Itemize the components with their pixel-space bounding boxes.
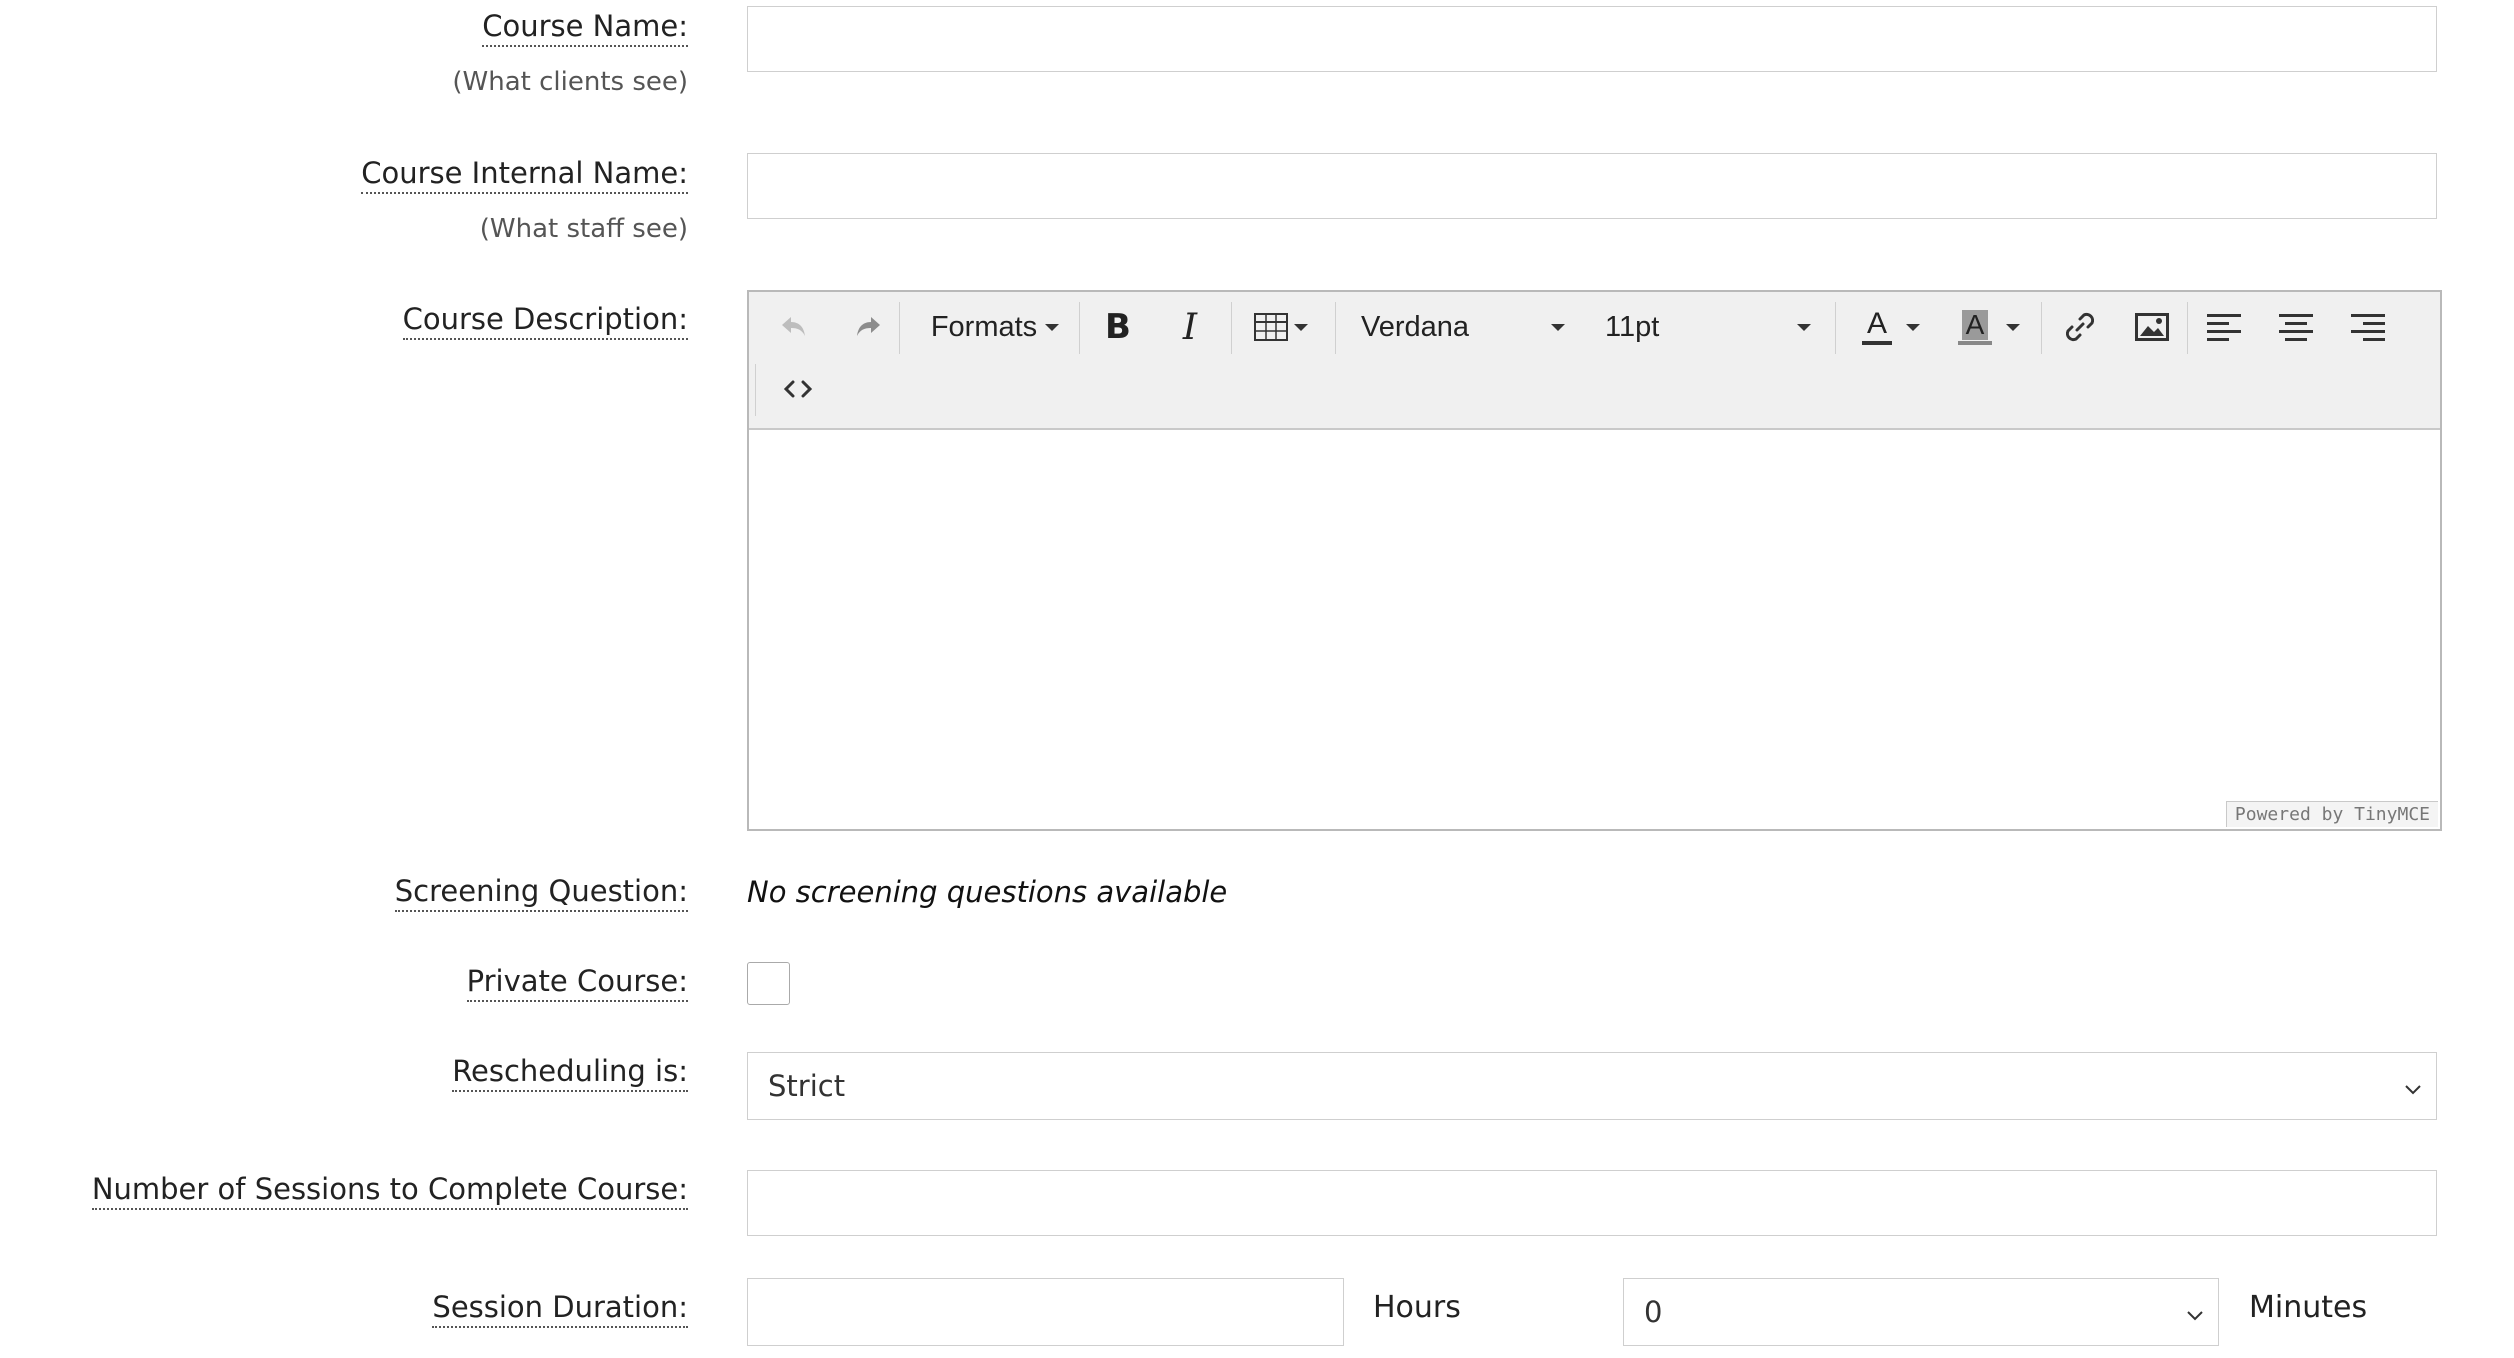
editor-toolbar: Formats B I Verdana 11pt A A (749, 292, 2440, 430)
rescheduling-select[interactable]: Strict (747, 1052, 2437, 1120)
chevron-down-icon (1797, 323, 1811, 331)
hours-unit-label: Hours (1373, 1290, 1461, 1325)
chevron-down-icon (2404, 1069, 2422, 1103)
formats-dropdown[interactable]: Formats (915, 302, 1075, 352)
toolbar-separator (1231, 302, 1232, 354)
background-color-icon: A (1958, 309, 1992, 345)
chevron-down-icon (1551, 323, 1565, 331)
undo-icon[interactable] (769, 302, 819, 352)
course-internal-name-label: Course Internal Name: (361, 155, 688, 194)
toolbar-separator (899, 302, 900, 354)
text-color-button[interactable]: A (1849, 302, 1933, 352)
private-course-label: Private Course: (466, 963, 688, 1002)
session-duration-hours-input[interactable] (747, 1278, 1344, 1346)
chevron-down-icon (1045, 323, 1060, 331)
session-duration-label: Session Duration: (432, 1289, 688, 1328)
private-course-checkbox[interactable] (747, 962, 790, 1005)
toolbar-separator (1835, 302, 1836, 354)
course-name-hint: (What clients see) (452, 67, 688, 97)
editor-content-area[interactable] (749, 430, 2440, 829)
toolbar-separator (755, 364, 756, 416)
minutes-selected-value: 0 (1644, 1295, 1663, 1329)
align-left-icon[interactable] (2199, 302, 2249, 352)
powered-by-label[interactable]: Powered by TinyMCE (2225, 801, 2438, 827)
align-center-icon[interactable] (2271, 302, 2321, 352)
session-duration-minutes-select[interactable]: 0 (1623, 1278, 2219, 1346)
image-icon[interactable] (2127, 302, 2177, 352)
source-code-icon[interactable] (773, 364, 823, 414)
sessions-to-complete-label: Number of Sessions to Complete Course: (91, 1171, 688, 1210)
font-family-value: Verdana (1361, 310, 1470, 343)
course-internal-name-input[interactable] (747, 153, 2437, 219)
course-description-label: Course Description: (402, 301, 688, 340)
text-color-icon: A (1862, 309, 1892, 345)
italic-icon[interactable]: I (1165, 302, 1215, 352)
font-family-dropdown[interactable]: Verdana (1349, 302, 1579, 352)
course-internal-name-hint: (What staff see) (479, 214, 688, 244)
minutes-unit-label: Minutes (2249, 1290, 2368, 1325)
font-size-dropdown[interactable]: 11pt (1593, 302, 1825, 352)
link-icon[interactable] (2055, 302, 2105, 352)
rescheduling-label: Rescheduling is: (452, 1053, 688, 1092)
rescheduling-selected-value: Strict (768, 1069, 846, 1103)
bold-icon[interactable]: B (1093, 302, 1143, 352)
table-icon[interactable] (1245, 302, 1317, 352)
toolbar-separator (2187, 302, 2188, 354)
toolbar-separator (1079, 302, 1080, 354)
background-color-button[interactable]: A (1947, 302, 2031, 352)
align-right-icon[interactable] (2343, 302, 2393, 352)
sessions-to-complete-input[interactable] (747, 1170, 2437, 1236)
redo-icon[interactable] (843, 302, 893, 352)
screening-question-label: Screening Question: (394, 873, 688, 912)
chevron-down-icon (2006, 323, 2020, 331)
course-name-label: Course Name: (482, 8, 688, 47)
toolbar-separator (1335, 302, 1336, 354)
font-size-value: 11pt (1605, 310, 1660, 343)
screening-question-value: No screening questions available (747, 875, 1228, 909)
toolbar-separator (2041, 302, 2042, 354)
chevron-down-icon (2186, 1295, 2204, 1329)
formats-label: Formats (930, 310, 1038, 343)
rich-text-editor: Formats B I Verdana 11pt A A Powered by … (747, 290, 2442, 831)
chevron-down-icon (1906, 323, 1920, 331)
course-name-input[interactable] (747, 6, 2437, 72)
chevron-down-icon (1294, 323, 1308, 331)
